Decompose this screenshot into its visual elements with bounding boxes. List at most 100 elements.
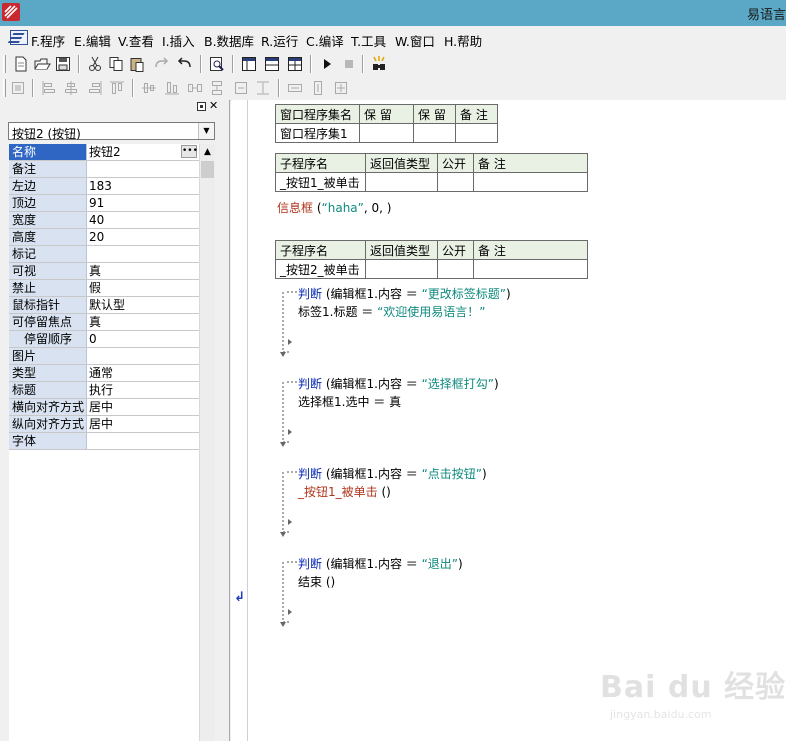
property-row[interactable]: 标题 执行 (9, 382, 199, 399)
center-v-icon[interactable] (254, 79, 272, 97)
property-row[interactable]: 横向对齐方式 居中 (9, 399, 199, 416)
property-value[interactable]: 91 (89, 195, 199, 211)
table-cell[interactable] (473, 172, 588, 192)
property-value[interactable]: 默认型 (89, 297, 199, 313)
panel-splitter[interactable] (222, 100, 230, 741)
table-cell[interactable]: _按钮1_被单击 (275, 172, 366, 192)
property-value[interactable]: 183 (89, 178, 199, 194)
pin-icon[interactable] (197, 102, 206, 111)
property-scrollbar[interactable]: ▲ (199, 144, 215, 741)
property-row[interactable]: 可停留焦点真 (9, 314, 199, 331)
ellipsis-button[interactable]: ••• (181, 145, 198, 158)
property-value[interactable]: 0 (89, 331, 199, 347)
height-icon[interactable] (309, 79, 327, 97)
property-row[interactable]: 左边 183 (9, 178, 199, 195)
object-select[interactable]: 按钮2 (按钮) ▼ (8, 122, 215, 141)
new-file-icon[interactable] (12, 55, 30, 73)
table-cell[interactable] (359, 123, 414, 143)
menu-window[interactable]: W.窗口 (395, 31, 435, 50)
table-cell[interactable] (455, 123, 498, 143)
property-row[interactable]: 标记 (9, 246, 199, 263)
layout-icon-2[interactable] (263, 55, 281, 73)
property-row[interactable]: 纵向对齐方式 居中 (9, 416, 199, 433)
property-value[interactable] (89, 161, 199, 177)
property-value[interactable]: 真 (89, 263, 199, 279)
align-icon[interactable] (9, 79, 27, 97)
table-cell[interactable] (365, 259, 438, 279)
save-icon[interactable] (54, 55, 72, 73)
center-h-icon[interactable] (232, 79, 250, 97)
property-row[interactable]: 备注 (9, 161, 199, 178)
property-value[interactable]: 通常 (89, 365, 199, 381)
code-line[interactable]: 标签1.标题 ＝ “欢迎使用易语言！” (298, 303, 486, 320)
property-value[interactable] (89, 433, 199, 449)
copy-icon[interactable] (107, 55, 125, 73)
run-icon[interactable] (318, 55, 336, 73)
menu-app-icon[interactable] (10, 30, 28, 45)
code-editor[interactable]: ↲ 窗口程序集名 保 留 保 留 备 注 窗口程序集1 子程序名 返回值类型 公… (231, 100, 786, 741)
debug-icon[interactable] (370, 55, 388, 73)
menu-database[interactable]: B.数据库 (204, 31, 254, 50)
align-right-icon[interactable] (86, 79, 104, 97)
property-row[interactable]: 宽度 40 (9, 212, 199, 229)
menu-edit[interactable]: E.编辑 (74, 31, 111, 50)
layout-icon-1[interactable] (240, 55, 258, 73)
table-cell[interactable]: 窗口程序集1 (275, 123, 360, 143)
close-icon[interactable]: ✕ (209, 100, 218, 112)
align-top-icon[interactable] (108, 79, 126, 97)
cut-icon[interactable] (86, 55, 104, 73)
space-v-icon[interactable] (208, 79, 226, 97)
space-h-icon[interactable] (186, 79, 204, 97)
menu-insert[interactable]: I.插入 (162, 31, 195, 50)
align-middle-icon[interactable] (140, 79, 158, 97)
open-folder-icon[interactable] (33, 55, 51, 73)
property-row[interactable]: 类型 通常 (9, 365, 199, 382)
toolbar-grip[interactable] (3, 79, 6, 97)
property-value[interactable]: 居中 (89, 399, 199, 415)
code-line[interactable]: 判断 (编辑框1.内容 ＝ “退出”) (298, 555, 463, 572)
align-bottom-icon[interactable] (163, 79, 181, 97)
table-cell[interactable] (365, 172, 438, 192)
property-row[interactable]: 禁止假 (9, 280, 199, 297)
chevron-down-icon[interactable]: ▼ (198, 123, 214, 139)
property-row[interactable]: 高度 20 (9, 229, 199, 246)
width-icon[interactable] (286, 79, 304, 97)
size-icon[interactable] (332, 79, 350, 97)
property-row[interactable]: 图片 (9, 348, 199, 365)
table-cell[interactable] (413, 123, 456, 143)
code-line[interactable]: 判断 (编辑框1.内容 ＝ “更改标签标题”) (298, 285, 511, 302)
code-line[interactable]: 选择框1.选中 ＝ 真 (298, 393, 401, 410)
layout-icon-3[interactable] (286, 55, 304, 73)
code-line[interactable]: 信息框 (“haha”, 0, ) (277, 199, 391, 216)
scroll-up-icon[interactable]: ▲ (200, 144, 215, 160)
property-value[interactable]: 40 (89, 212, 199, 228)
stop-icon[interactable] (340, 55, 358, 73)
undo-icon[interactable] (176, 55, 194, 73)
align-center-icon[interactable] (62, 79, 80, 97)
property-value[interactable]: 假 (89, 280, 199, 296)
find-icon[interactable] (208, 55, 226, 73)
code-line[interactable]: 结束 () (298, 573, 335, 590)
code-line[interactable]: 判断 (编辑框1.内容 ＝ “选择框打勾”) (298, 375, 499, 392)
menu-run[interactable]: R.运行 (261, 31, 298, 50)
code-line[interactable]: 判断 (编辑框1.内容 ＝ “点击按钮”) (298, 465, 487, 482)
property-row[interactable]: 可视真 (9, 263, 199, 280)
menu-tools[interactable]: T.工具 (351, 31, 386, 50)
code-line[interactable]: _按钮1_被单击 () (298, 483, 391, 500)
menu-compile[interactable]: C.编译 (306, 31, 344, 50)
property-row[interactable]: 顶边 91 (9, 195, 199, 212)
paste-icon[interactable] (128, 55, 146, 73)
table-cell[interactable]: _按钮2_被单击 (275, 259, 366, 279)
menu-program[interactable]: F.程序 (31, 31, 65, 50)
toolbar-grip[interactable] (3, 55, 6, 73)
align-left-icon[interactable] (40, 79, 58, 97)
menu-help[interactable]: H.帮助 (444, 31, 482, 50)
property-value[interactable] (89, 348, 199, 364)
property-value[interactable]: 居中 (89, 416, 199, 432)
table-cell[interactable] (437, 259, 474, 279)
property-row[interactable]: 字体 (9, 433, 199, 450)
property-value[interactable]: 真 (89, 314, 199, 330)
property-row[interactable]: 名称 按钮2 ••• (9, 144, 199, 161)
property-row[interactable]: 鼠标指针 默认型 (9, 297, 199, 314)
scroll-thumb[interactable] (201, 161, 214, 178)
